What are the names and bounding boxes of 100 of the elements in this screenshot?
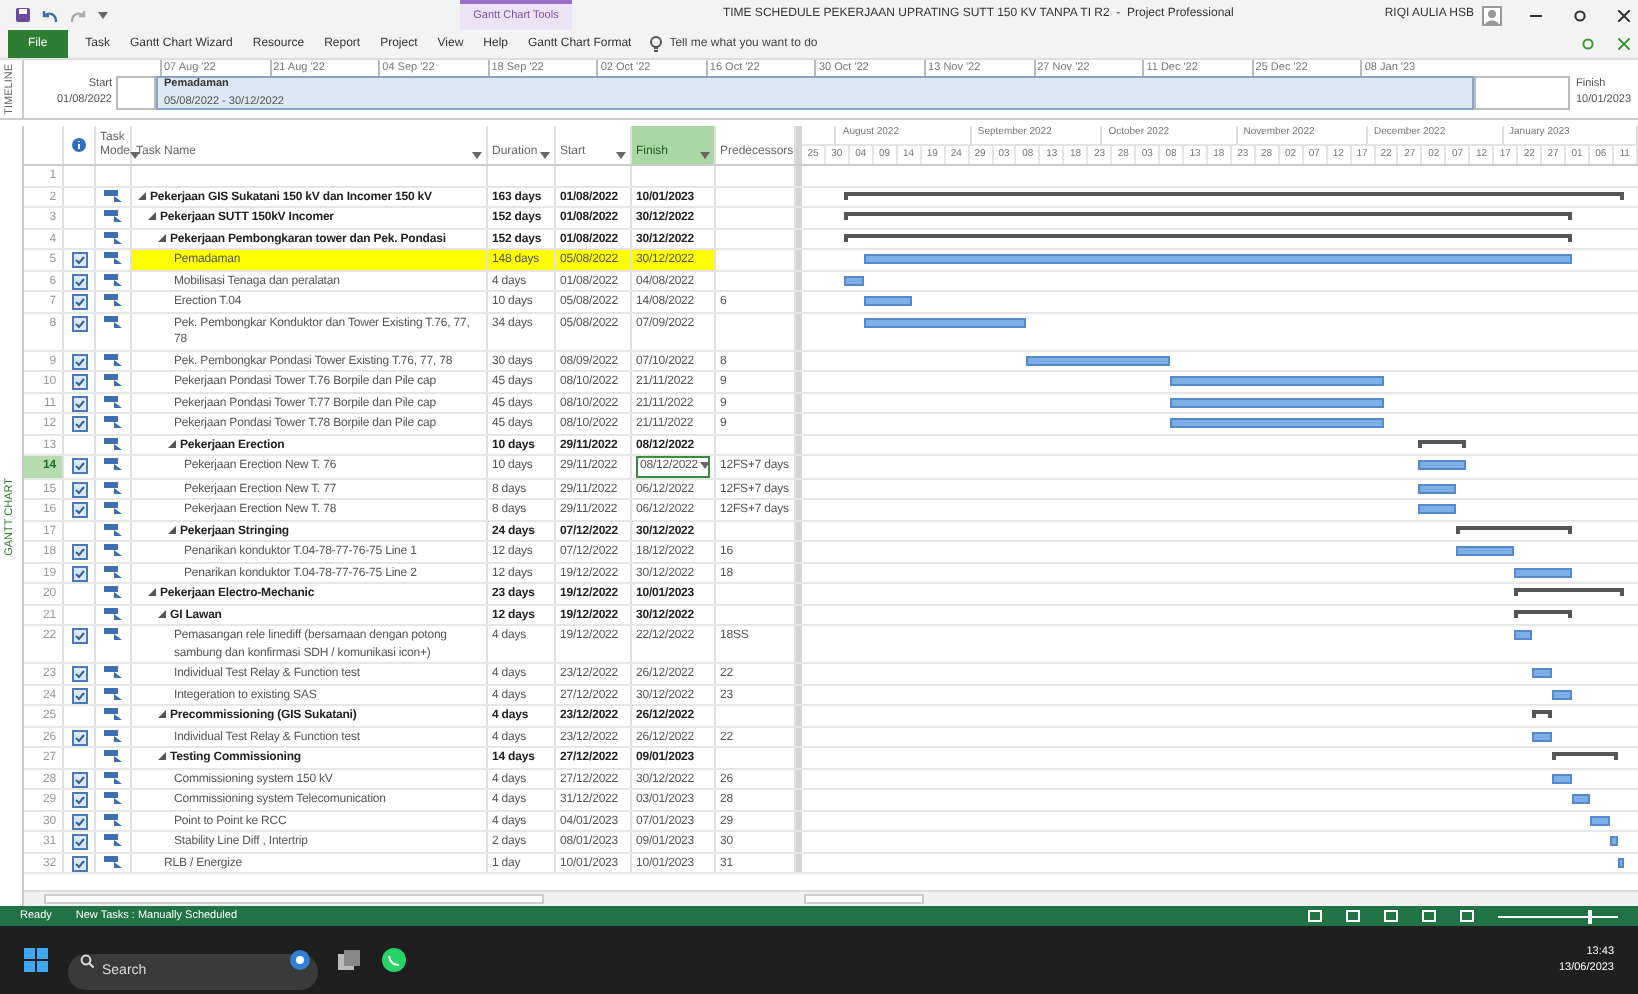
task-mode-icon: [104, 565, 122, 577]
task-mode-icon: [104, 481, 122, 493]
task-mode-icon: [104, 374, 122, 386]
task-note-icon: [71, 294, 87, 310]
task-mode-icon: [104, 294, 122, 306]
collapse-icon[interactable]: [168, 439, 176, 447]
task-mode-icon: [104, 586, 122, 598]
task-note-icon: [71, 771, 87, 787]
collapse-icon[interactable]: [148, 212, 156, 220]
task-mode-icon: [104, 708, 122, 720]
filter-caret-icon[interactable]: [616, 152, 626, 160]
undo-icon[interactable]: [42, 9, 58, 21]
view-shortcut-icon[interactable]: [1384, 910, 1398, 922]
task-mode-icon: [104, 544, 122, 556]
task-mode-icon: [104, 750, 122, 762]
task-note-icon: [71, 813, 87, 829]
task-bar: [844, 275, 865, 285]
close-icon[interactable]: [1618, 9, 1630, 21]
task-bar: [1552, 689, 1572, 699]
collapse-icon[interactable]: [158, 233, 166, 241]
collapse-icon[interactable]: [168, 525, 176, 533]
view-shortcut-icon[interactable]: [1460, 910, 1474, 922]
task-bar: [1418, 483, 1457, 493]
summary-bar: [1513, 588, 1624, 596]
summary-bar: [1552, 752, 1619, 760]
task-mode-icon: [104, 416, 122, 428]
info-icon: [72, 138, 86, 152]
task-note-icon: [71, 729, 87, 745]
task-mode-icon: [104, 813, 122, 825]
task-note-icon: [71, 544, 87, 560]
task-bar: [1552, 773, 1572, 783]
task-bar: [1532, 668, 1552, 678]
task-note-icon: [71, 395, 87, 411]
task-mode-icon: [104, 437, 122, 449]
task-mode-icon: [104, 855, 122, 867]
lightbulb-icon: [649, 36, 662, 52]
task-bar: [864, 296, 912, 306]
task-mode-icon: [104, 834, 122, 846]
task-note-icon: [71, 353, 87, 369]
task-mode-icon: [104, 628, 122, 640]
minimize-icon[interactable]: [1530, 9, 1542, 21]
collapse-icon[interactable]: [158, 710, 166, 718]
task-view-icon[interactable]: [338, 950, 360, 970]
gantt-scrollbar[interactable]: [804, 894, 924, 904]
task-mode-icon: [104, 607, 122, 619]
task-note-icon: [71, 666, 87, 682]
summary-bar: [1418, 439, 1466, 447]
task-note-icon: [71, 252, 87, 268]
save-icon[interactable]: [16, 8, 30, 22]
collapse-icon[interactable]: [148, 588, 156, 596]
dropdown-caret-icon[interactable]: [700, 462, 711, 471]
task-note-icon: [71, 687, 87, 703]
task-note-icon: [71, 416, 87, 432]
task-mode-icon: [104, 353, 122, 365]
timeline-start-box: [116, 76, 156, 110]
task-bar: [1456, 546, 1514, 556]
avatar-icon[interactable]: [1482, 5, 1502, 25]
view-shortcut-icon[interactable]: [1308, 910, 1322, 922]
task-bar: [1418, 504, 1457, 514]
view-shortcut-icon[interactable]: [1346, 910, 1360, 922]
task-bar: [1026, 355, 1170, 365]
customize-caret-icon[interactable]: [98, 11, 108, 19]
restore-ribbon-icon[interactable]: [1582, 38, 1594, 50]
timeline-end-box: [1474, 76, 1570, 110]
task-mode-icon: [104, 666, 122, 678]
task-mode-icon: [104, 771, 122, 783]
filter-caret-icon[interactable]: [700, 152, 710, 160]
task-mode-icon: [104, 252, 122, 264]
task-note-icon: [71, 565, 87, 581]
search-highlight-icon[interactable]: [290, 950, 310, 970]
collapse-icon[interactable]: [158, 609, 166, 617]
filter-caret-icon[interactable]: [130, 152, 140, 160]
task-mode-icon: [104, 458, 122, 470]
filter-caret-icon[interactable]: [540, 152, 550, 160]
view-shortcut-icon[interactable]: [1422, 910, 1436, 922]
search-icon: [80, 953, 94, 967]
task-mode-icon: [104, 189, 122, 201]
restore-icon[interactable]: [1574, 9, 1586, 21]
task-mode-icon: [104, 523, 122, 535]
task-note-icon: [71, 273, 87, 289]
task-bar: [1590, 815, 1610, 825]
task-note-icon: [71, 834, 87, 850]
task-note-icon: [71, 502, 87, 518]
task-bar: [1618, 857, 1624, 867]
task-bar: [1513, 630, 1533, 640]
task-mode-icon: [104, 315, 122, 327]
collapse-icon[interactable]: [138, 191, 146, 199]
table-scrollbar[interactable]: [44, 894, 544, 904]
summary-bar: [1532, 710, 1552, 718]
chat-app-icon[interactable]: [380, 946, 408, 974]
summary-bar: [1456, 525, 1572, 533]
task-note-icon: [71, 458, 87, 474]
collapse-icon[interactable]: [158, 752, 166, 760]
filter-caret-icon[interactable]: [472, 152, 482, 160]
close-ribbon-icon[interactable]: [1618, 38, 1630, 50]
task-note-icon: [71, 374, 87, 390]
task-note-icon: [71, 315, 87, 331]
task-mode-icon: [104, 792, 122, 804]
windows-start-icon[interactable]: [24, 948, 48, 972]
task-mode-icon: [104, 729, 122, 741]
